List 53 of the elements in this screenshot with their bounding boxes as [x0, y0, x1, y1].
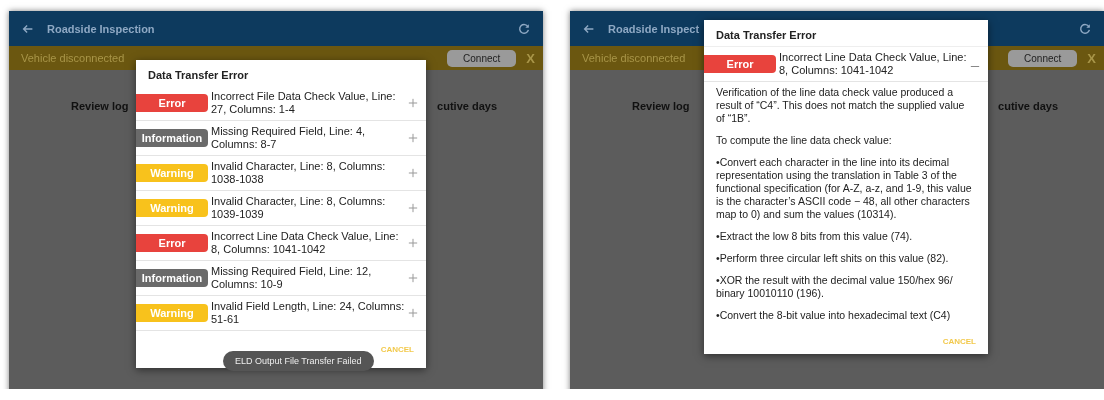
expand-icon[interactable]	[408, 133, 418, 143]
dialog-title: Data Transfer Error	[704, 20, 988, 47]
error-message: Invalid Character, Line: 8, Columns: 1039-1039	[211, 195, 387, 221]
error-list-item[interactable]: Error Incorrect File Data Check Value, Line: 27, Columns: 1-4	[136, 86, 426, 121]
severity-badge: Error	[136, 234, 208, 252]
consecutive-days-text: cutive days	[437, 100, 497, 112]
expand-icon[interactable]	[408, 273, 418, 283]
detail-paragraph: •XOR the result with the decimal value 150/hex 96/ binary 10010110 (196).	[716, 274, 954, 300]
severity-badge: Warning	[136, 199, 208, 217]
connection-status: Vehicle disconnected	[21, 52, 125, 64]
error-list-item[interactable]: Information Missing Required Field, Line: 12, Columns: 10-9	[136, 261, 426, 296]
refresh-icon[interactable]	[1078, 21, 1092, 36]
app-title: Roadside Inspect	[608, 22, 700, 35]
detail-paragraph: To compute the line data check value:	[716, 134, 893, 147]
expand-icon[interactable]	[408, 238, 418, 248]
error-list-item[interactable]: Warning Invalid Character, Line: 8, Columns: 1039-1039	[136, 191, 426, 226]
detail-paragraph: •Convert the 8-bit value into hexadecimal text (C4)	[716, 309, 952, 322]
expand-icon[interactable]	[408, 98, 418, 108]
expand-icon[interactable]	[408, 203, 418, 213]
expand-icon[interactable]	[408, 308, 418, 318]
severity-badge: Information	[136, 129, 208, 147]
toast-message: ELD Output File Transfer Failed	[223, 351, 374, 371]
error-message: Incorrect Line Data Check Value, Line: 8, Columns: 1041-1042	[211, 230, 400, 256]
review-logs-text: Review log	[71, 100, 129, 112]
error-list-item[interactable]: Error Incorrect Line Data Check Value, Line: 8, Columns: 1041-1042	[704, 47, 988, 82]
expand-icon[interactable]	[408, 168, 418, 178]
error-list-item[interactable]: Warning Invalid Character, Line: 8, Columns: 1038-1038	[136, 156, 426, 191]
error-list-item[interactable]: Information Missing Required Field, Line: 4, Columns: 8-7	[136, 121, 426, 156]
severity-badge: Warning	[136, 304, 208, 322]
refresh-icon[interactable]	[517, 21, 531, 36]
detail-paragraph: Verification of the line data check value produced a result of “C4”. This does not match the supplied value of “1B”.	[716, 86, 966, 125]
consecutive-days-text: cutive days	[998, 100, 1058, 112]
review-logs-text: Review log	[632, 100, 690, 112]
severity-badge: Information	[136, 269, 208, 287]
detail-paragraph: •Perform three circular left shits on this value (82).	[716, 252, 950, 265]
error-message: Incorrect File Data Check Value, Line: 27, Columns: 1-4	[211, 90, 397, 116]
severity-badge: Error	[136, 94, 208, 112]
error-message: Missing Required Field, Line: 4, Columns: 8-7	[211, 125, 367, 151]
app-title: Roadside Inspection	[47, 22, 155, 35]
error-list-item[interactable]: Error Incorrect Line Data Check Value, Line: 8, Columns: 1041-1042	[136, 226, 426, 261]
severity-badge: Warning	[136, 164, 208, 182]
detail-paragraph: •Convert each character in the line into its decimal representation using the translation in Table 3 of the functional specification (for A-Z, a-z, and 1-9, this value is the character’s ASCII code − 48, all other characters map to 0) and sum the values (10314).	[716, 156, 973, 221]
detail-paragraph: •Extract the low 8 bits from this value (74).	[716, 230, 914, 243]
connect-button[interactable]: Connect	[1008, 49, 1078, 67]
connection-status: Vehicle disconnected	[582, 52, 686, 64]
error-message: Missing Required Field, Line: 12, Columns: 10-9	[211, 265, 373, 291]
error-message: Incorrect Line Data Check Value, Line: 8, Columns: 1041-1042	[779, 51, 967, 77]
severity-badge: Error	[704, 55, 776, 73]
dialog-title: Data Transfer Error	[147, 68, 250, 83]
error-message: Invalid Field Length, Line: 24, Columns: 51-61	[211, 300, 405, 326]
error-list-item[interactable]: Warning Invalid Field Length, Line: 24, Columns: 51-61	[136, 296, 426, 331]
connect-button[interactable]: Connect	[447, 49, 517, 67]
error-message: Invalid Character, Line: 8, Columns: 1038-1038	[211, 160, 387, 186]
